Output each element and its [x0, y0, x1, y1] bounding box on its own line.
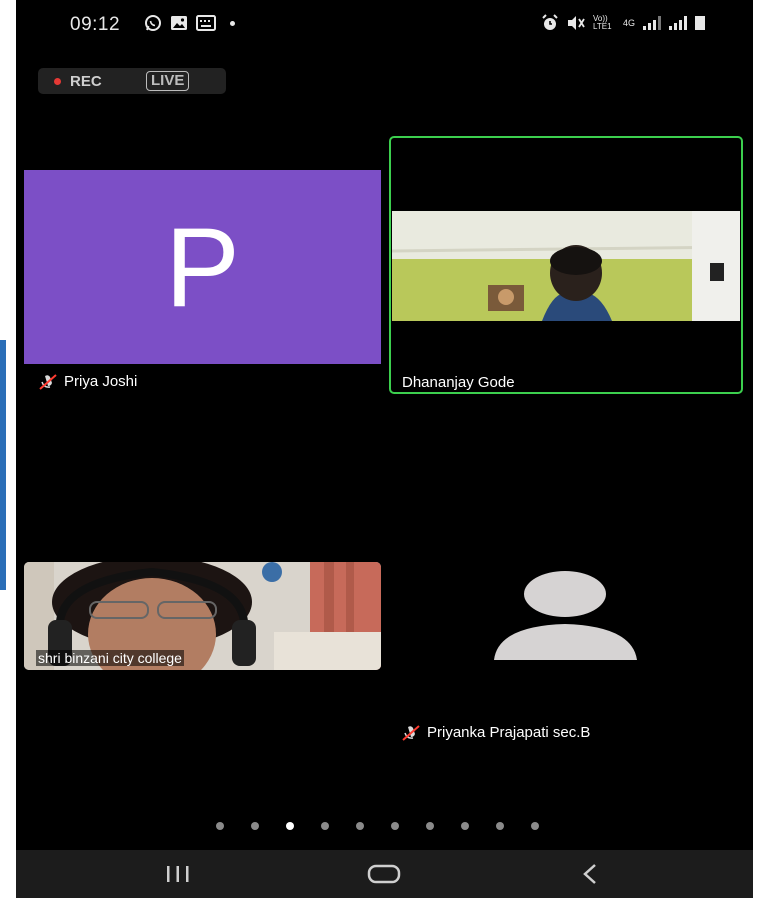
- dot-icon: [230, 20, 235, 26]
- recents-button[interactable]: [138, 850, 218, 898]
- rec-label: REC: [70, 73, 102, 90]
- page-dot[interactable]: [496, 822, 504, 830]
- participant-name-tag: Priya Joshi: [38, 373, 137, 390]
- page-dot[interactable]: [426, 822, 434, 830]
- network-4g-icon: 4G: [622, 18, 635, 28]
- live-badge[interactable]: LIVE: [146, 71, 190, 91]
- mic-muted-icon: [402, 724, 420, 741]
- video-frame-room: [392, 211, 740, 321]
- page-dot[interactable]: [531, 822, 539, 830]
- page-dot-active[interactable]: [286, 822, 294, 830]
- participant-tile-priya-joshi[interactable]: P: [24, 170, 381, 364]
- page-indicator[interactable]: [216, 822, 539, 830]
- status-right-icons: Vo)) LTE1 4G: [541, 14, 705, 32]
- status-bar: 09:12 Vo)) LTE1 4G: [16, 0, 753, 48]
- battery-icon: [695, 16, 705, 30]
- screen-left-edge: [0, 0, 12, 898]
- participant-name: Dhananjay Gode: [402, 374, 515, 391]
- gallery-icon: [171, 16, 187, 30]
- page-dot[interactable]: [461, 822, 469, 830]
- default-avatar-icon[interactable]: [494, 570, 637, 662]
- signal-icon: [669, 16, 687, 30]
- navigation-bar: [16, 850, 753, 898]
- recording-indicator: REC LIVE: [38, 68, 226, 94]
- phone-screen: 09:12 Vo)) LTE1 4G REC LIVE P Priya Josh…: [16, 0, 753, 898]
- participant-name-tag: Dhananjay Gode: [402, 374, 515, 391]
- page-dot[interactable]: [391, 822, 399, 830]
- participant-name-tag: shri binzani city college: [36, 650, 184, 666]
- page-dot[interactable]: [251, 822, 259, 830]
- volte-icon: Vo)) LTE1: [592, 14, 612, 31]
- mic-muted-icon: [39, 373, 57, 390]
- avatar-initial: P: [165, 204, 240, 330]
- participant-name: Priya Joshi: [64, 373, 138, 390]
- keyboard-icon: [196, 15, 216, 31]
- participant-name: Priyanka Prajapati sec.B: [427, 724, 591, 741]
- back-icon: [583, 864, 596, 884]
- edge-accent: [0, 340, 6, 590]
- mute-icon: [567, 16, 585, 30]
- home-button[interactable]: [344, 850, 424, 898]
- whatsapp-icon: [145, 15, 161, 31]
- page-dot[interactable]: [321, 822, 329, 830]
- signal-icon: [643, 16, 661, 30]
- status-left-icons: [144, 14, 235, 32]
- status-time: 09:12: [70, 14, 121, 35]
- back-button[interactable]: [550, 850, 630, 898]
- home-icon: [367, 864, 401, 884]
- alarm-icon: [542, 14, 558, 30]
- participant-video: [392, 211, 740, 321]
- recents-icon: [167, 866, 189, 882]
- rec-dot-icon: [54, 78, 61, 85]
- page-dot[interactable]: [356, 822, 364, 830]
- participant-name-tag: Priyanka Prajapati sec.B: [401, 724, 590, 741]
- page-dot[interactable]: [216, 822, 224, 830]
- participant-name: shri binzani city college: [38, 650, 182, 666]
